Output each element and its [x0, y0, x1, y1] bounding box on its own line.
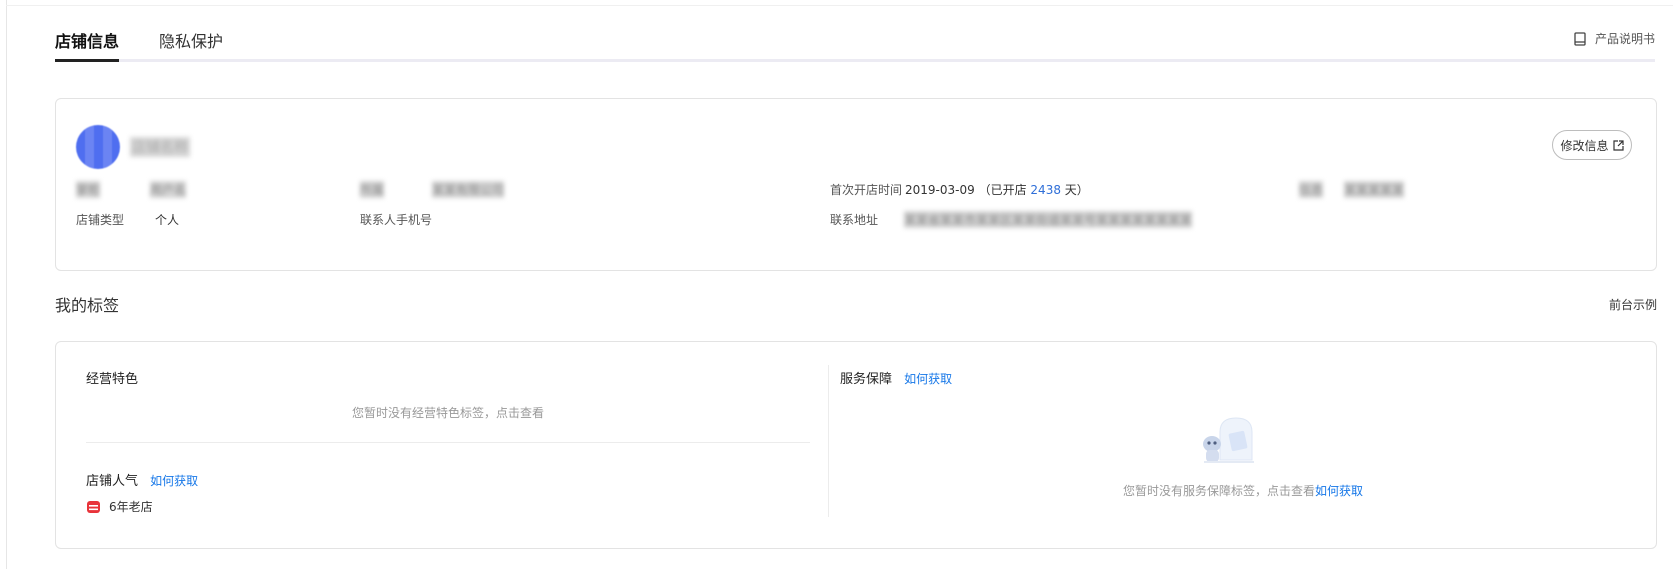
- open-days-suffix: 天）: [1064, 183, 1089, 197]
- contact-phone-label: 联系人手机号: [360, 213, 433, 227]
- service-title: 服务保障: [840, 372, 893, 387]
- store-name: 店铺名称: [130, 137, 190, 157]
- popularity-title-row: 店铺人气 如何获取: [86, 470, 198, 489]
- open-date-label: 首次开店时间: [830, 183, 903, 197]
- open-days-prefix: （已开店: [978, 183, 1027, 197]
- vertical-divider: [828, 365, 829, 517]
- company-label: 所属: [360, 181, 385, 198]
- store-type-value: 个人: [155, 213, 180, 227]
- service-empty-row: 您暂时没有服务保障标签，点击查看如何获取: [840, 482, 1646, 499]
- frontend-preview-link[interactable]: 前台示例: [1609, 296, 1657, 313]
- my-tags-title: 我的标签: [55, 296, 120, 315]
- edit-info-button[interactable]: 修改信息: [1552, 130, 1632, 160]
- old-store-label: 6年老店: [109, 500, 153, 514]
- service-empty-text[interactable]: 您暂时没有服务保障标签，点击查看: [1123, 484, 1315, 498]
- tab-store-info[interactable]: 店铺信息: [55, 28, 119, 52]
- popularity-how-link[interactable]: 如何获取: [150, 474, 198, 488]
- tab-privacy[interactable]: 隐私保护: [159, 28, 223, 52]
- left-border: [6, 0, 7, 569]
- service-empty-how-link[interactable]: 如何获取: [1315, 484, 1363, 498]
- contact-address-value: 某某省某某市某某区某某街道某某号某某某某某某某某: [904, 211, 1193, 228]
- top-border: [6, 5, 1673, 6]
- extra-value: 某某某某某: [1344, 181, 1405, 198]
- product-manual-link[interactable]: 产品说明书: [1574, 30, 1655, 47]
- tab-active-indicator: [55, 59, 119, 62]
- contact-address-label: 联系地址: [830, 213, 879, 227]
- tags-card: 经营特色 您暂时没有经营特色标签，点击查看 店铺人气 如何获取 6年老店 服务保…: [55, 341, 1657, 549]
- service-how-link[interactable]: 如何获取: [904, 372, 952, 386]
- owner-label: 掌柜: [76, 181, 101, 198]
- robot-illustration: [1203, 417, 1254, 463]
- open-date: 2019-03-09: [905, 183, 975, 197]
- owner-value: 用户名: [150, 181, 187, 198]
- popularity-title: 店铺人气: [86, 474, 139, 489]
- tab-bar: 店铺信息 隐私保护 产品说明书: [55, 22, 1655, 62]
- store-icon: [87, 501, 100, 513]
- feature-empty-text[interactable]: 您暂时没有经营特色标签，点击查看: [56, 404, 840, 421]
- company-value: 某某有限公司: [432, 181, 505, 198]
- service-title-row: 服务保障 如何获取: [840, 368, 952, 387]
- open-date-group: 2019-03-09 （已开店 2438 天）: [905, 181, 1089, 198]
- product-manual-label: 产品说明书: [1594, 32, 1655, 46]
- store-type-label: 店铺类型: [76, 213, 125, 227]
- feature-title: 经营特色: [86, 372, 139, 387]
- book-icon: [1574, 31, 1586, 46]
- old-store-badge: 6年老店: [86, 498, 153, 515]
- open-days: 2438: [1030, 183, 1061, 197]
- store-avatar: [76, 125, 120, 169]
- store-info-card: 店铺名称 修改信息 掌柜 用户名 所属 某某有限公司 首次开店时间 2019-0…: [55, 98, 1657, 271]
- section-divider: [86, 442, 810, 443]
- external-link-icon: [1612, 139, 1624, 151]
- extra-label: 信息: [1299, 181, 1324, 198]
- edit-info-label: 修改信息: [1560, 138, 1609, 153]
- tab-track: [55, 59, 1655, 62]
